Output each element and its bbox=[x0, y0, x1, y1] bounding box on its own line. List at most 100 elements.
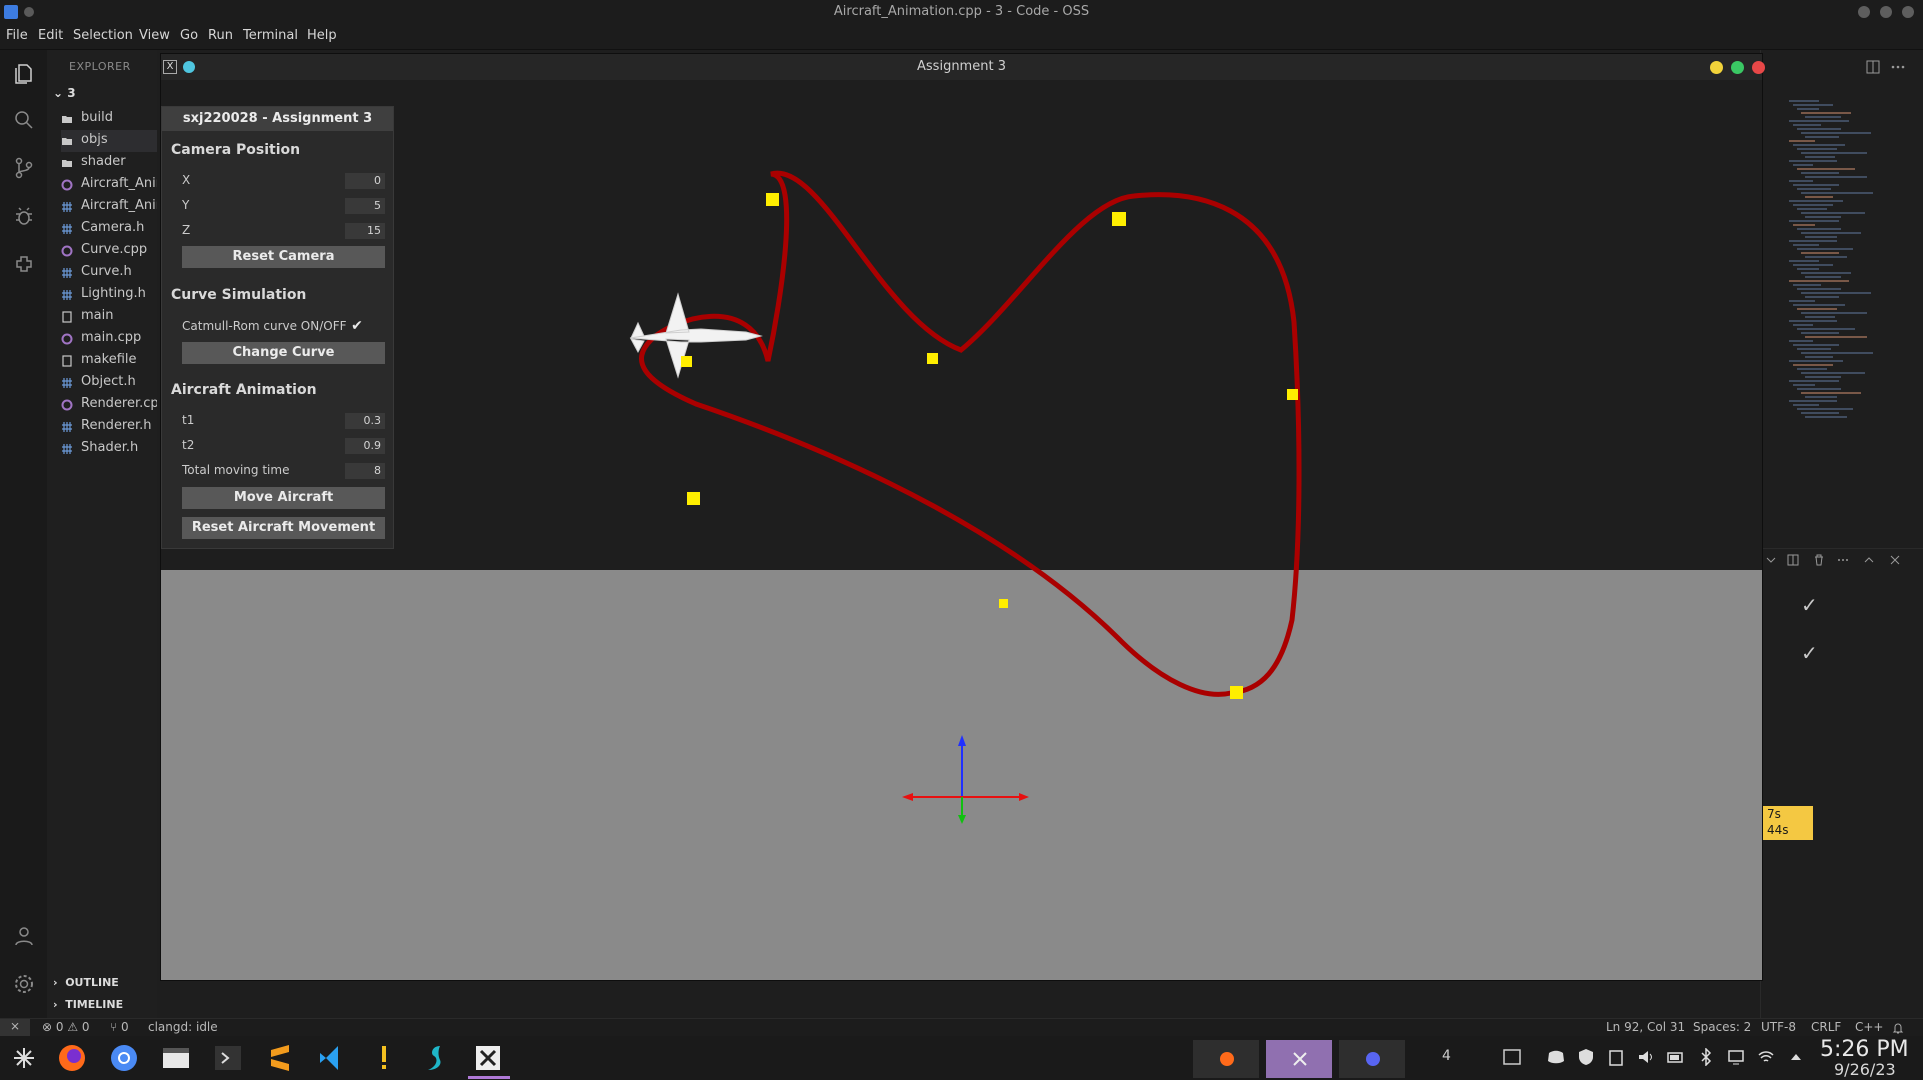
file-tree-item[interactable]: Aircraft_Anir bbox=[61, 196, 157, 218]
file-tree-item[interactable]: Renderer.h bbox=[61, 416, 157, 438]
file-tree-item[interactable]: Camera.h bbox=[61, 218, 157, 240]
reset-camera-button[interactable]: Reset Camera bbox=[182, 246, 385, 268]
alert-app-icon[interactable] bbox=[368, 1042, 400, 1074]
files-icon[interactable] bbox=[12, 62, 36, 86]
task-discord[interactable] bbox=[1339, 1040, 1405, 1078]
close-panel-icon[interactable] bbox=[1889, 554, 1901, 566]
cursor-position[interactable]: Ln 92, Col 31 bbox=[1606, 1020, 1685, 1034]
menu-file[interactable]: File bbox=[6, 28, 28, 43]
problems-indicator[interactable]: ⊗ 0 ⚠ 0 bbox=[42, 1020, 90, 1034]
chevron-up-icon[interactable] bbox=[1863, 554, 1875, 566]
file-tree-item[interactable]: Curve.cpp bbox=[61, 240, 157, 262]
control-point[interactable] bbox=[687, 492, 700, 505]
menu-help[interactable]: Help bbox=[307, 28, 337, 43]
split-terminal-icon[interactable] bbox=[1787, 554, 1799, 566]
panel-more-icon[interactable] bbox=[1837, 554, 1849, 566]
firefox-icon[interactable] bbox=[56, 1042, 88, 1074]
display-icon[interactable] bbox=[1727, 1048, 1745, 1066]
bluetooth-icon[interactable] bbox=[1697, 1048, 1715, 1066]
gl-close-button[interactable] bbox=[1752, 61, 1765, 74]
control-point[interactable] bbox=[1287, 389, 1298, 400]
close-button[interactable] bbox=[1902, 6, 1914, 18]
vscode-icon[interactable] bbox=[316, 1042, 348, 1074]
minimap[interactable] bbox=[1771, 100, 1891, 440]
show-desktop-icon[interactable] bbox=[1503, 1048, 1521, 1066]
debug-icon[interactable] bbox=[12, 204, 36, 228]
extensions-icon[interactable] bbox=[12, 252, 36, 276]
file-tree-item[interactable]: Shader.h bbox=[61, 438, 157, 460]
file-tree-item[interactable]: objs bbox=[61, 130, 157, 152]
control-point[interactable] bbox=[681, 356, 692, 367]
clangd-status[interactable]: clangd: idle bbox=[148, 1020, 218, 1034]
terminal-icon[interactable] bbox=[212, 1042, 244, 1074]
workspace-number[interactable]: 4 bbox=[1442, 1048, 1451, 1064]
x11-app-icon[interactable] bbox=[472, 1042, 504, 1074]
indentation-setting[interactable]: Spaces: 2 bbox=[1693, 1020, 1751, 1034]
menu-edit[interactable]: Edit bbox=[38, 28, 63, 43]
sublime-text-icon[interactable] bbox=[264, 1042, 296, 1074]
gl-minimize-button[interactable] bbox=[1710, 61, 1723, 74]
file-tree-item[interactable]: Curve.h bbox=[61, 262, 157, 284]
more-actions-icon[interactable] bbox=[1891, 60, 1905, 74]
camera-y-input[interactable]: 5 bbox=[345, 198, 385, 214]
language-mode[interactable]: C++ bbox=[1855, 1020, 1884, 1034]
clipboard-icon[interactable] bbox=[1607, 1048, 1625, 1066]
reset-aircraft-movement-button[interactable]: Reset Aircraft Movement bbox=[182, 517, 385, 539]
source-control-icon[interactable] bbox=[12, 156, 36, 180]
file-tree-item[interactable]: shader bbox=[61, 152, 157, 174]
gl-maximize-button[interactable] bbox=[1731, 61, 1744, 74]
account-icon[interactable] bbox=[12, 924, 36, 948]
wifi-icon[interactable] bbox=[1757, 1048, 1775, 1066]
chromium-icon[interactable] bbox=[108, 1042, 140, 1074]
gl-viewport[interactable]: sxj220028 - Assignment 3 Camera Position… bbox=[161, 80, 1762, 980]
timeline-section[interactable]: › TIMELINE bbox=[53, 998, 123, 1011]
chevron-down-icon[interactable] bbox=[1766, 555, 1776, 565]
remote-indicator[interactable]: ⨯ bbox=[0, 1019, 30, 1037]
outline-section[interactable]: › OUTLINE bbox=[53, 976, 119, 989]
app-launcher-icon[interactable] bbox=[8, 1042, 40, 1074]
maximize-button[interactable] bbox=[1880, 6, 1892, 18]
control-point[interactable] bbox=[766, 193, 779, 206]
volume-icon[interactable] bbox=[1637, 1048, 1655, 1066]
menu-run[interactable]: Run bbox=[208, 28, 233, 43]
file-tree-item[interactable]: Object.h bbox=[61, 372, 157, 394]
imgui-panel-title[interactable]: sxj220028 - Assignment 3 bbox=[162, 107, 393, 131]
clock-date[interactable]: 9/26/23 bbox=[1834, 1060, 1896, 1079]
file-tree-item[interactable]: main.cpp bbox=[61, 328, 157, 350]
tray-expand-icon[interactable] bbox=[1787, 1048, 1805, 1066]
t2-input[interactable]: 0.9 bbox=[345, 438, 385, 454]
file-manager-icon[interactable] bbox=[160, 1042, 192, 1074]
menu-go[interactable]: Go bbox=[180, 28, 198, 43]
battery-icon[interactable] bbox=[1667, 1048, 1685, 1066]
split-editor-icon[interactable] bbox=[1866, 60, 1880, 74]
control-point[interactable] bbox=[1230, 686, 1243, 699]
search-icon[interactable] bbox=[12, 108, 36, 132]
encoding-setting[interactable]: UTF-8 bbox=[1761, 1020, 1796, 1034]
shield-icon[interactable] bbox=[1577, 1048, 1595, 1066]
gear-icon[interactable] bbox=[12, 972, 36, 996]
file-tree-item[interactable]: Renderer.cpp bbox=[61, 394, 157, 416]
control-point[interactable] bbox=[999, 599, 1008, 608]
file-tree-item[interactable]: Aircraft_Anir bbox=[61, 174, 157, 196]
menu-selection[interactable]: Selection bbox=[73, 28, 133, 43]
file-tree-item[interactable]: Lighting.h bbox=[61, 284, 157, 306]
bell-icon[interactable] bbox=[1892, 1022, 1904, 1034]
t1-input[interactable]: 0.3 bbox=[345, 413, 385, 429]
task-x11[interactable] bbox=[1266, 1040, 1332, 1078]
minimize-button[interactable] bbox=[1858, 6, 1870, 18]
menu-view[interactable]: View bbox=[139, 28, 170, 43]
move-aircraft-button[interactable]: Move Aircraft bbox=[182, 487, 385, 509]
file-tree-item[interactable]: build bbox=[61, 108, 157, 130]
trash-icon[interactable] bbox=[1813, 554, 1825, 566]
camera-x-input[interactable]: 0 bbox=[345, 173, 385, 189]
file-tree-item[interactable]: makefile bbox=[61, 350, 157, 372]
clock-time[interactable]: 5:26 PM bbox=[1820, 1037, 1909, 1062]
task-firefox[interactable] bbox=[1193, 1040, 1259, 1078]
camera-z-input[interactable]: 15 bbox=[345, 223, 385, 239]
file-tree-item[interactable]: main bbox=[61, 306, 157, 328]
ports-indicator[interactable]: ⑂ 0 bbox=[110, 1020, 129, 1034]
surfshark-icon[interactable] bbox=[420, 1042, 452, 1074]
explorer-root-folder[interactable]: ⌄ 3 bbox=[53, 86, 76, 100]
control-point[interactable] bbox=[1112, 212, 1126, 226]
change-curve-button[interactable]: Change Curve bbox=[182, 342, 385, 364]
